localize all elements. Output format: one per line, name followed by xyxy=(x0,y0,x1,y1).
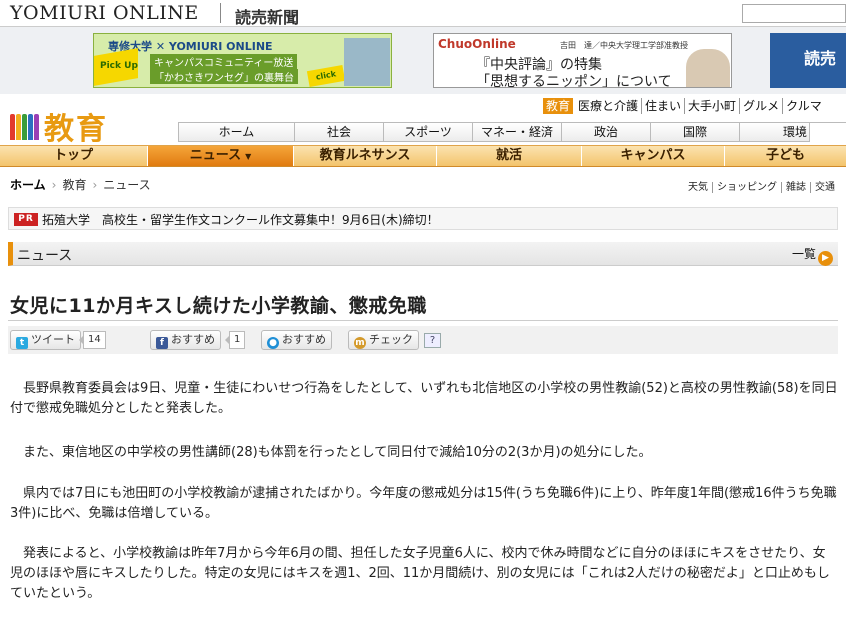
main-nav: ホーム 社会 スポーツ マネー・経済 政治 国際 環境 xyxy=(178,122,846,142)
newspaper-logo[interactable]: 読売新聞 xyxy=(235,4,299,28)
util-weather[interactable]: 天気 xyxy=(684,182,713,193)
article-paragraph: 長野県教育委員会は9日、児童・生徒にわいせつ行為をしたとして、いずれも北信地区の… xyxy=(10,381,838,416)
third-banner[interactable]: 読売 xyxy=(770,33,846,88)
share-bar: t ツイート 14 f おすすめ 1 ● おすすめ m チェック ? xyxy=(8,326,838,354)
facebook-recommend-button[interactable]: f おすすめ xyxy=(150,330,221,350)
tab-kids[interactable]: 子ども xyxy=(725,146,846,166)
mixi-check-button[interactable]: m チェック xyxy=(348,330,419,350)
nav-economy[interactable]: マネー・経済 xyxy=(473,123,562,142)
tweet-button[interactable]: t ツイート xyxy=(10,330,81,350)
tab-news[interactable]: ニュース ▼ xyxy=(148,146,294,166)
click-badge: click xyxy=(306,64,346,87)
news-list-link[interactable]: 一覧 ▶ xyxy=(792,245,833,266)
nav-society[interactable]: 社会 xyxy=(295,123,384,142)
search-input[interactable] xyxy=(742,4,846,23)
divider xyxy=(8,320,838,321)
facebook-icon: f xyxy=(156,337,168,349)
banner-subtitle: 吉田 達／中央大学理工学部准教授 xyxy=(560,41,688,50)
nav-international[interactable]: 国際 xyxy=(651,123,740,142)
breadcrumb: ホーム › 教育 › ニュース xyxy=(10,176,151,193)
article-paragraph: また、東信地区の中学校の男性講師(28)も体罰を行ったとして同日付で減給10分の… xyxy=(23,445,652,460)
tab-campus[interactable]: キャンパス xyxy=(582,146,725,166)
category-link-medical[interactable]: 医療と介護 xyxy=(575,98,643,114)
banner-line: 「かわさきワンセグ」の裏舞台 xyxy=(150,69,298,84)
breadcrumb-news: ニュース xyxy=(103,178,151,192)
banner-strip: 専修大学 ✕ YOMIURI ONLINE Pick Up キャンパスコミュニテ… xyxy=(0,27,846,94)
category-link-car[interactable]: クルマ xyxy=(783,98,825,114)
news-section-title: ニュース xyxy=(17,248,73,264)
nav-home[interactable]: ホーム xyxy=(179,123,295,142)
news-section-header: ニュース 一覧 ▶ xyxy=(8,242,838,266)
banner-title: ChuoOnline xyxy=(438,37,516,51)
arrow-right-icon: ▶ xyxy=(818,251,833,266)
facebook-count: 1 xyxy=(224,331,246,349)
article-paragraph: 発表によると、小学校教諭は昨年7月から今年6月の間、担任した女子児童6人に、校内… xyxy=(10,546,830,601)
check-icon: m xyxy=(354,337,366,349)
chevron-right-icon: › xyxy=(92,178,98,192)
category-link-komachi[interactable]: 大手小町 xyxy=(685,98,741,114)
chuo-banner[interactable]: ChuoOnline 吉田 達／中央大学理工学部准教授 『中央評論』の特集 「思… xyxy=(433,33,732,88)
site-header: YOMIURI ONLINE 読売新聞 xyxy=(0,0,846,27)
pencils-icon xyxy=(10,114,40,140)
pr-link[interactable]: 拓殖大学 高校生・留学生作文コンクール作文募集中！9月6日(木)締切！ xyxy=(42,211,439,228)
portrait-photo xyxy=(686,49,730,87)
category-link-gourmet[interactable]: グルメ xyxy=(740,98,784,114)
nav-politics[interactable]: 政治 xyxy=(562,123,651,142)
chevron-right-icon: › xyxy=(51,178,57,192)
tab-renaissance[interactable]: 教育ルネサンス xyxy=(294,146,437,166)
tweet-count: 14 xyxy=(79,331,106,349)
twitter-bird-icon: t xyxy=(16,337,28,349)
section-nav: トップ ニュース ▼ 教育ルネサンス 就活 キャンパス 子ども xyxy=(0,145,846,167)
site-logo[interactable]: YOMIURI ONLINE xyxy=(10,2,199,24)
mixi-icon: ● xyxy=(267,337,279,349)
banner-photo xyxy=(344,38,390,86)
banner-line: キャンパスコミュニティー放送 xyxy=(150,54,298,69)
chevron-down-icon: ▼ xyxy=(245,152,252,161)
article-paragraph: 県内では7日にも池田町の小学校教諭が逮捕されたばかり。今年度の懲戒処分は15件(… xyxy=(10,486,837,521)
pr-bar: PR 拓殖大学 高校生・留学生作文コンクール作文募集中！9月6日(木)締切！ xyxy=(8,207,838,230)
article-headline: 女児に11か月キスし続けた小学教諭、懲戒免職 xyxy=(10,295,427,317)
senshu-banner[interactable]: 専修大学 ✕ YOMIURI ONLINE Pick Up キャンパスコミュニテ… xyxy=(93,33,392,88)
tab-jobhunt[interactable]: 就活 xyxy=(437,146,582,166)
category-link-education[interactable]: 教育 xyxy=(543,98,574,114)
category-link-housing[interactable]: 住まい xyxy=(642,98,686,114)
util-shopping[interactable]: ショッピング xyxy=(713,182,782,193)
util-traffic[interactable]: 交通 xyxy=(811,182,839,193)
pr-badge: PR xyxy=(14,213,38,226)
help-icon[interactable]: ? xyxy=(424,333,441,348)
tab-top[interactable]: トップ xyxy=(0,146,148,166)
pickup-badge: Pick Up xyxy=(94,48,138,86)
breadcrumb-home[interactable]: ホーム xyxy=(10,178,46,192)
utility-links: 天気 ショッピング 雑誌 交通 xyxy=(684,178,839,193)
mixi-recommend-button[interactable]: ● おすすめ xyxy=(261,330,332,350)
util-magazine[interactable]: 雑誌 xyxy=(782,182,811,193)
logo-divider xyxy=(220,3,221,23)
banner-line: 「思想するニッポン」について xyxy=(476,74,672,88)
section-title: 教育 xyxy=(44,112,108,147)
breadcrumb-education[interactable]: 教育 xyxy=(62,178,86,192)
nav-environment[interactable]: 環境 xyxy=(740,123,810,142)
category-links: 教育 医療と介護 住まい 大手小町 グルメ クルマ xyxy=(543,98,825,116)
nav-sports[interactable]: スポーツ xyxy=(384,123,473,142)
